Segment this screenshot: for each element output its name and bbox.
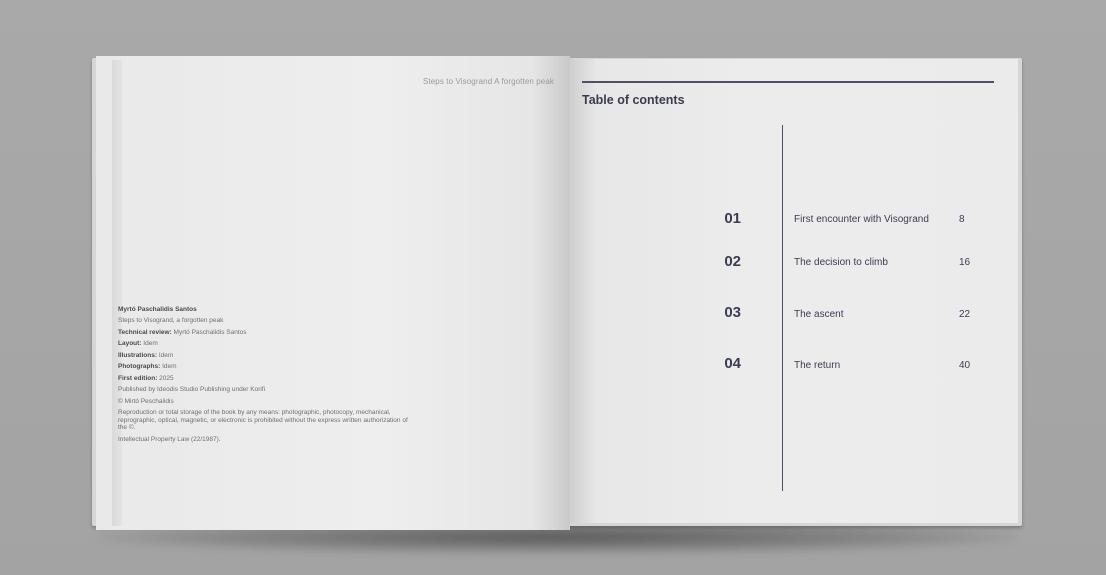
toc-entry-chapter: First encounter with Visogrand <box>794 214 929 225</box>
photographs-value: Idem <box>162 363 177 371</box>
running-head: Steps to Visogrand A forgotten peak <box>423 77 554 86</box>
publisher-name: Ideodis Studio <box>157 386 199 394</box>
toc-entry-page: 22 <box>959 309 971 320</box>
colophon-photographs: Photographs: Idem <box>118 363 418 370</box>
left-page <box>96 56 570 530</box>
toc-top-rule <box>582 81 994 83</box>
colophon-subtitle: Steps to Visogrand, a forgotten peak <box>118 317 224 325</box>
colophon-illustrations: Illustrations: Idem <box>118 352 418 359</box>
right-page <box>570 59 1018 523</box>
layout-label: Layout: <box>118 340 142 348</box>
colophon-rights-notice: Reproduction or total storage of the boo… <box>118 409 408 432</box>
first-edition-value: 2025 <box>159 374 174 382</box>
colophon-layout: Layout: Idem <box>118 340 418 347</box>
toc-entry-page: 8 <box>959 214 965 225</box>
left-page-edge-strip <box>112 60 122 526</box>
toc-entry-chapter: The decision to climb <box>794 257 888 268</box>
colophon-published-by: Published by Ideodis Studio Publishing u… <box>118 386 418 393</box>
toc-entry-chapter: The return <box>794 360 841 371</box>
technical-review-value: Myrtó Paschalidis Santos <box>173 328 247 336</box>
colophon-law: Intellectual Property Law (22/1987). <box>118 435 221 443</box>
toc-entry-number: 01 <box>724 210 741 227</box>
toc-entry-chapter: The ascent <box>794 309 844 320</box>
colophon-copyright: © Mirtó Peschalidis <box>118 397 174 405</box>
colophon-technical-review: Technical review: Myrtó Paschalidis Sant… <box>118 329 418 336</box>
toc-entry-number: 02 <box>724 253 741 270</box>
colophon-first-edition: First edition: 2025 <box>118 375 418 382</box>
illustrations-value: Idem <box>158 351 174 359</box>
colophon-author: Myrtó Paschalidis Santos <box>118 306 197 313</box>
toc-divider <box>782 125 783 491</box>
toc-title: Table of contents <box>582 93 685 107</box>
toc-entry-number: 04 <box>724 355 741 372</box>
photographs-label: Photographs: <box>118 363 161 371</box>
illustrations-label: Illustrations: <box>118 351 158 359</box>
published-suffix: Publishing under Korifi <box>198 386 266 394</box>
technical-review-label: Technical review: <box>118 328 172 336</box>
layout-value: Idem <box>143 340 158 348</box>
toc-entry-page: 40 <box>959 360 971 371</box>
book-mockup-scene: Steps to Visogrand A forgotten peak Myrt… <box>0 0 1106 575</box>
first-edition-label: First edition: <box>118 374 158 382</box>
published-prefix: Published by <box>118 386 158 394</box>
toc-entry-number: 03 <box>724 304 741 321</box>
toc-entry-page: 16 <box>959 257 971 268</box>
colophon: Myrtó Paschalidis Santos Steps to Visogr… <box>118 306 418 447</box>
